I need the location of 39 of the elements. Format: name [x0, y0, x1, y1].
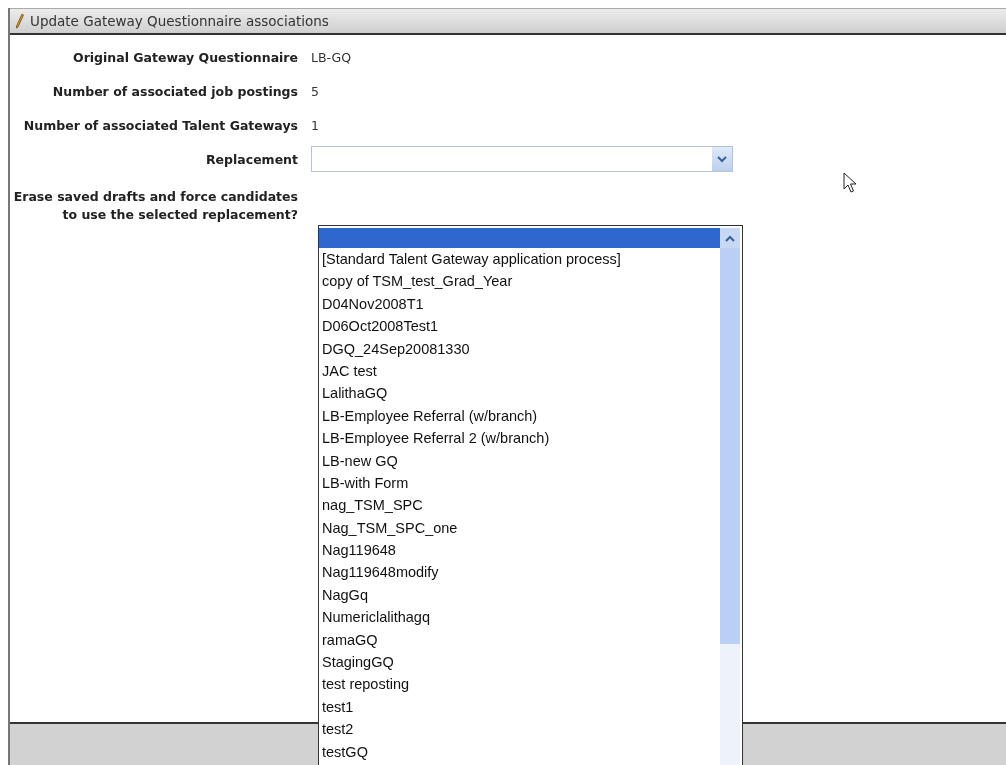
- dropdown-option[interactable]: LB-Employee Referral (w/branch): [319, 404, 720, 428]
- dropdown-option[interactable]: LB-new GQ: [319, 449, 720, 472]
- field-label: Number of associated Talent Gateways: [22, 117, 298, 135]
- dropdown-option[interactable]: NagGq: [319, 583, 720, 607]
- dropdown-option[interactable]: nag_TSM_SPC: [319, 494, 720, 517]
- dropdown-option[interactable]: copy of TSM_test_Grad_Year: [319, 270, 720, 293]
- dropdown-option[interactable]: D04Nov2008T1: [319, 292, 720, 316]
- field-value: 1: [311, 117, 319, 135]
- dropdown-option[interactable]: [319, 228, 720, 248]
- dropdown-option[interactable]: LB-with Form: [319, 471, 720, 495]
- dropdown-option[interactable]: Numericlalithagq: [319, 606, 720, 629]
- dropdown-option[interactable]: test1: [319, 695, 720, 719]
- field-value: 5: [311, 83, 319, 101]
- dropdown-option[interactable]: test reposting: [319, 673, 720, 696]
- dropdown-option[interactable]: testGQ: [319, 740, 720, 763]
- dropdown-option[interactable]: [Standard Talent Gateway application process]: [319, 248, 720, 271]
- dropdown-option[interactable]: D06Oct2008Test1: [319, 315, 720, 338]
- field-label: Replacement: [204, 151, 298, 169]
- field-label: Original Gateway Questionnaire: [72, 49, 298, 67]
- dropdown-option[interactable]: LB-Employee Referral 2 (w/branch): [319, 427, 720, 450]
- panel-title: Update Gateway Questionnaire associations: [30, 13, 329, 29]
- dropdown-option[interactable]: JAC test: [319, 359, 720, 383]
- chevron-down-icon: [717, 155, 727, 163]
- field-value: LB-GQ: [311, 49, 352, 67]
- mouse-pointer-icon: [843, 172, 857, 193]
- replacement-select[interactable]: [311, 146, 733, 172]
- chevron-up-icon: [725, 234, 735, 242]
- dropdown-option[interactable]: Nag_TSM_SPC_one: [319, 516, 720, 540]
- pencil-icon: [16, 13, 24, 29]
- dropdown-option[interactable]: Nag119648modify: [319, 561, 720, 584]
- field-label: Number of associated job postings: [51, 83, 298, 101]
- scrollbar[interactable]: [720, 228, 740, 765]
- field-label: Erase saved drafts and force candidates to use the selected replacement?: [12, 188, 298, 224]
- dropdown-option[interactable]: ramaGQ: [319, 628, 720, 652]
- dropdown-option[interactable]: DGQ_24Sep20081330: [319, 337, 720, 360]
- dropdown-option[interactable]: Nag119648: [319, 539, 720, 562]
- dropdown-option[interactable]: test2: [319, 718, 720, 741]
- dropdown-option[interactable]: StagingGQ: [319, 651, 720, 674]
- dropdown-option[interactable]: LalithaGQ: [319, 382, 720, 405]
